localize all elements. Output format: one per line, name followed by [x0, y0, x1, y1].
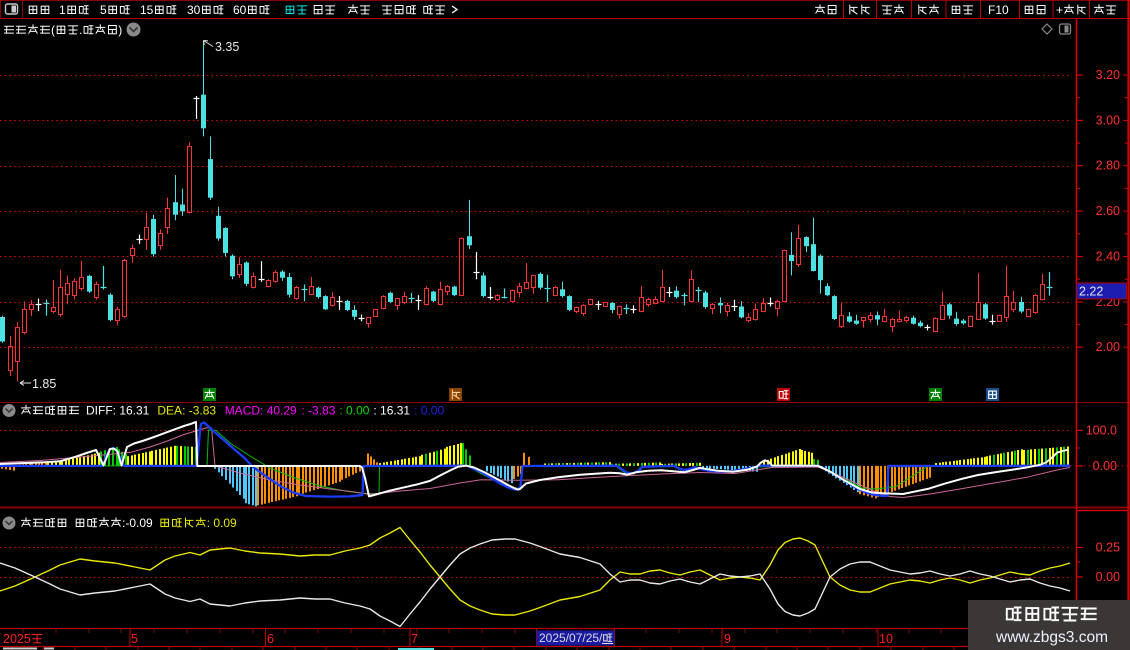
svg-text:www.zbgs3.com: www.zbgs3.com [995, 629, 1108, 646]
svg-text:0.00: 0.00 [1096, 570, 1120, 584]
svg-text:60: 60 [233, 3, 247, 17]
svg-text:3.00: 3.00 [1096, 113, 1120, 127]
svg-text:F10: F10 [988, 3, 1009, 17]
svg-text:2.60: 2.60 [1096, 204, 1120, 218]
svg-text:.: . [79, 23, 82, 37]
svg-text:0.25: 0.25 [1096, 541, 1120, 555]
svg-text:30: 30 [187, 3, 201, 17]
svg-text:2.00: 2.00 [1096, 340, 1120, 354]
svg-text:10: 10 [879, 632, 893, 646]
svg-text:100.0: 100.0 [1086, 423, 1117, 437]
svg-text:2.80: 2.80 [1096, 159, 1120, 173]
svg-text:DEA: -3.83: DEA: -3.83 [157, 403, 216, 417]
svg-text:0.00: 0.00 [1093, 459, 1117, 473]
svg-text:5: 5 [131, 632, 138, 646]
svg-text:: 0.09: : 0.09 [207, 516, 237, 530]
svg-text:: -3.83: : -3.83 [301, 403, 335, 417]
svg-text:1: 1 [59, 3, 66, 17]
svg-text:): ) [118, 23, 122, 37]
svg-text:(: ( [51, 23, 55, 37]
svg-text:: 0.00: : 0.00 [414, 403, 444, 417]
svg-text:9: 9 [724, 632, 731, 646]
svg-text:15: 15 [140, 3, 154, 17]
svg-text:+: + [1056, 3, 1063, 17]
svg-text:: 16.31: : 16.31 [373, 403, 410, 417]
svg-text:DIFF: 16.31: DIFF: 16.31 [86, 403, 150, 417]
svg-text:2.22: 2.22 [1079, 285, 1103, 299]
svg-text:3.20: 3.20 [1096, 68, 1120, 82]
svg-text:7: 7 [411, 632, 418, 646]
svg-text:2025: 2025 [3, 632, 31, 646]
svg-text:: 0.00: : 0.00 [339, 403, 369, 417]
svg-text:2025/07/25/: 2025/07/25/ [539, 631, 603, 645]
svg-text:MACD: 40.29: MACD: 40.29 [225, 403, 297, 417]
svg-text:1.85: 1.85 [32, 377, 56, 391]
svg-text:6: 6 [267, 632, 274, 646]
svg-text:5: 5 [100, 3, 107, 17]
svg-text:2.40: 2.40 [1096, 250, 1120, 264]
svg-text::-0.09: :-0.09 [122, 516, 153, 530]
svg-text:3.35: 3.35 [215, 40, 239, 54]
